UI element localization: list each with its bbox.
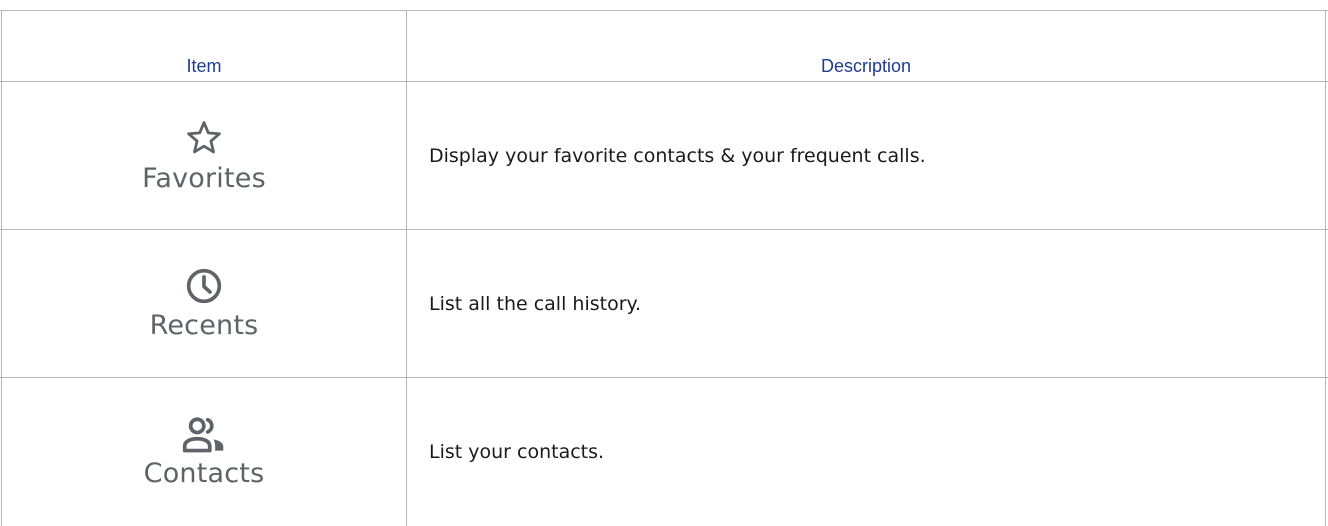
table-row-recents-description: List all the call history. [407,230,1325,377]
favorites-label: Favorites [142,163,266,194]
header-item: Item [2,11,406,81]
tab-description-table: Item Description Favorites Display your … [0,0,1328,526]
star-outline-icon [187,121,221,154]
table-row-recents-item: Recents [2,230,406,377]
table-row-contacts-description: List your contacts. [407,378,1325,526]
header-description-label: Description [820,55,912,76]
table-border-right [1325,10,1326,526]
contacts-description: List your contacts. [429,441,605,463]
recents-description: List all the call history. [429,292,642,315]
header-description: Description [407,11,1325,81]
clock-icon [186,268,222,304]
header-item-label: Item [186,55,222,76]
table-row-favorites-item: Favorites [2,82,406,229]
contacts-label: Contacts [143,457,265,489]
table-row-favorites-description: Display your favorite contacts & your fr… [407,82,1325,229]
favorites-description: Display your favorite contacts & your fr… [429,144,926,167]
table-row-contacts-item: Contacts [2,378,406,526]
people-icon [182,416,224,452]
recents-label: Recents [149,310,259,341]
